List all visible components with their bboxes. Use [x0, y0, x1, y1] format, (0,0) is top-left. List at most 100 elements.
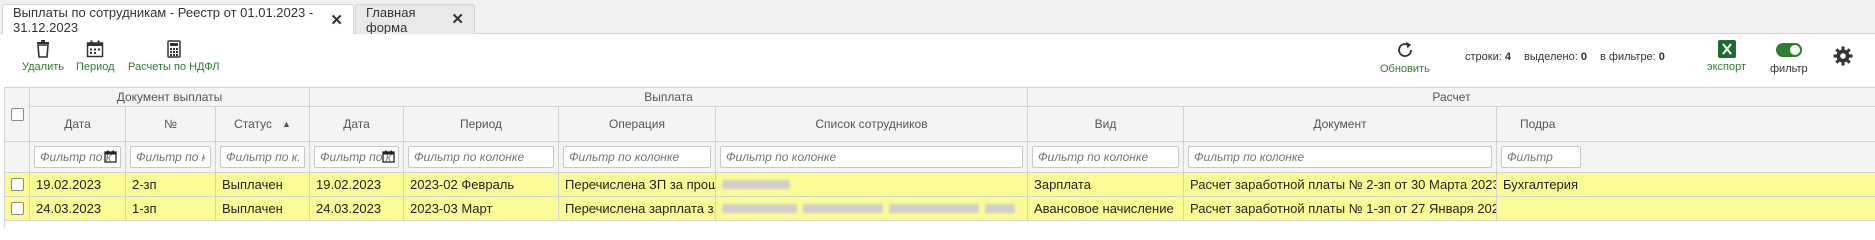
filter-cell-doc-number: [126, 142, 216, 173]
filter-cell-pay-date: [310, 142, 404, 173]
column-label: Период: [459, 117, 503, 131]
table-cell[interactable]: Расчет заработной платы № 2-зп от 30 Мар…: [1184, 173, 1497, 197]
table-cell[interactable]: 1-зп: [126, 197, 216, 221]
period-button[interactable]: Период: [76, 40, 115, 73]
filter-input-calc-document[interactable]: [1188, 146, 1492, 168]
tab-label: Главная форма: [366, 4, 416, 35]
filter-input-doc-status[interactable]: [220, 146, 305, 168]
filter-input-doc-number[interactable]: [130, 146, 211, 168]
ndfl-calculations-button[interactable]: Расчеты по НДФЛ: [128, 40, 219, 73]
rows-count-label: строки:: [1465, 51, 1502, 63]
column-header-calc-document[interactable]: Документ: [1184, 107, 1497, 142]
table-cell[interactable]: Выплачен: [216, 173, 310, 197]
row-select-cell: [5, 173, 30, 197]
filter-input-pay-period[interactable]: [408, 146, 554, 168]
sort-ascending-icon[interactable]: ▲: [282, 119, 291, 129]
table-cell[interactable]: 2023-03 Март: [404, 197, 559, 221]
table-cell[interactable]: Расчет заработной платы № 1-зп от 27 Янв…: [1184, 197, 1497, 221]
row-checkbox[interactable]: [10, 178, 24, 191]
selected-count-label: выделено:: [1524, 51, 1578, 63]
select-all-checkbox[interactable]: [10, 108, 24, 121]
column-label: Подра: [1520, 117, 1556, 131]
tab-main-form[interactable]: Главная форма ✕: [355, 4, 475, 35]
table-cell[interactable]: Перечислена ЗП за прош...: [559, 173, 716, 197]
row-checkbox[interactable]: [10, 202, 24, 215]
column-header-subdivision[interactable]: Подра: [1497, 107, 1875, 142]
column-label: Дата: [64, 117, 91, 131]
filter-cell-doc-date: [30, 142, 126, 173]
toggle-switch-icon[interactable]: [1775, 43, 1802, 57]
selected-count-value: 0: [1580, 51, 1587, 63]
table-cell-employees-redacted[interactable]: [716, 197, 1028, 221]
filter-cell-pay-period: [404, 142, 559, 173]
column-label: Статус: [234, 117, 272, 131]
table-cell-employees-redacted[interactable]: [716, 173, 1028, 197]
rows-count-value: 4: [1504, 51, 1511, 63]
delete-button[interactable]: Удалить: [22, 40, 64, 73]
table-cell[interactable]: Авансовое начисление: [1028, 197, 1184, 221]
table-cell[interactable]: 19.02.2023: [30, 173, 126, 197]
trash-icon: [37, 40, 49, 58]
refresh-icon: [1398, 42, 1412, 57]
filter-cell-operation: [559, 142, 716, 173]
filter-cell-calc-document: [1184, 142, 1497, 173]
settings-button[interactable]: [1833, 46, 1853, 66]
column-header-pay-date[interactable]: Дата: [310, 107, 404, 142]
table-cell[interactable]: Бухгалтерия: [1497, 173, 1875, 197]
tab-bar: Выплаты по сотрудникам - Реестр от 01.01…: [0, 0, 1875, 35]
redacted-text: [985, 204, 1015, 213]
column-label: Дата: [343, 117, 370, 131]
row-select-cell: [5, 197, 30, 221]
close-icon[interactable]: ✕: [330, 13, 343, 28]
table-cell[interactable]: 24.03.2023: [30, 197, 126, 221]
group-header-calculation: Расчет: [1028, 88, 1875, 107]
refresh-label: Обновить: [1380, 63, 1430, 75]
filter-toggle[interactable]: фильтр: [1770, 40, 1808, 75]
table-cell[interactable]: [1497, 197, 1875, 221]
toolbar: Удалить Период Расчеты по НДФЛ Обновить …: [0, 34, 1875, 84]
excel-icon: [1717, 40, 1736, 58]
table-cell[interactable]: Выплачен: [216, 197, 310, 221]
column-label: Список сотрудников: [815, 117, 928, 131]
column-header-doc-number[interactable]: №: [126, 107, 216, 142]
group-header-payment-document: Документ выплаты: [30, 88, 310, 107]
column-label: №: [164, 117, 177, 131]
refresh-button[interactable]: Обновить: [1380, 40, 1430, 75]
period-label: Период: [76, 61, 115, 73]
tab-payments-registry[interactable]: Выплаты по сотрудникам - Реестр от 01.01…: [2, 4, 354, 35]
table-cell[interactable]: 2-зп: [126, 173, 216, 197]
table-cell[interactable]: Перечислена зарплата з...: [559, 197, 716, 221]
filter-cell-calc-type: [1028, 142, 1184, 173]
calendar-icon[interactable]: [382, 150, 395, 163]
filter-cell-subdivision: [1497, 142, 1875, 173]
table-cell[interactable]: Зарплата: [1028, 173, 1184, 197]
filter-input-calc-type[interactable]: [1032, 146, 1179, 168]
tab-label: Выплаты по сотрудникам - Реестр от 01.01…: [13, 5, 314, 35]
filter-input-operation[interactable]: [563, 146, 711, 168]
calendar-icon[interactable]: [104, 150, 117, 163]
column-label: Документ: [1313, 117, 1367, 131]
close-icon[interactable]: ✕: [451, 12, 464, 27]
filter-input-employee-list[interactable]: [720, 146, 1023, 168]
filter-label: фильтр: [1770, 63, 1808, 75]
export-button[interactable]: экспорт: [1707, 40, 1746, 73]
gear-icon: [1833, 46, 1853, 66]
column-header-pay-period[interactable]: Период: [404, 107, 559, 142]
filter-input-subdivision[interactable]: [1501, 146, 1581, 168]
column-header-doc-status[interactable]: Статус ▲: [216, 107, 310, 142]
group-header-payment: Выплата: [310, 88, 1028, 107]
row-counters: строки: 4 выделено: 0 в фильтре: 0: [1465, 51, 1675, 63]
calendar-icon: [87, 40, 104, 58]
ndfl-label: Расчеты по НДФЛ: [128, 61, 220, 73]
column-header-calc-type[interactable]: Вид: [1028, 107, 1184, 142]
table-cell[interactable]: 2023-02 Февраль: [404, 173, 559, 197]
redacted-text: [722, 204, 797, 213]
export-label: экспорт: [1707, 61, 1747, 73]
table-cell[interactable]: 24.03.2023: [310, 197, 404, 221]
column-header-doc-date[interactable]: Дата: [30, 107, 126, 142]
filter-cell-employee-list: [716, 142, 1028, 173]
column-header-operation[interactable]: Операция: [559, 107, 716, 142]
table-cell[interactable]: 19.02.2023: [310, 173, 404, 197]
column-header-employee-list[interactable]: Список сотрудников: [716, 107, 1028, 142]
filter-cell-doc-status: [216, 142, 310, 173]
